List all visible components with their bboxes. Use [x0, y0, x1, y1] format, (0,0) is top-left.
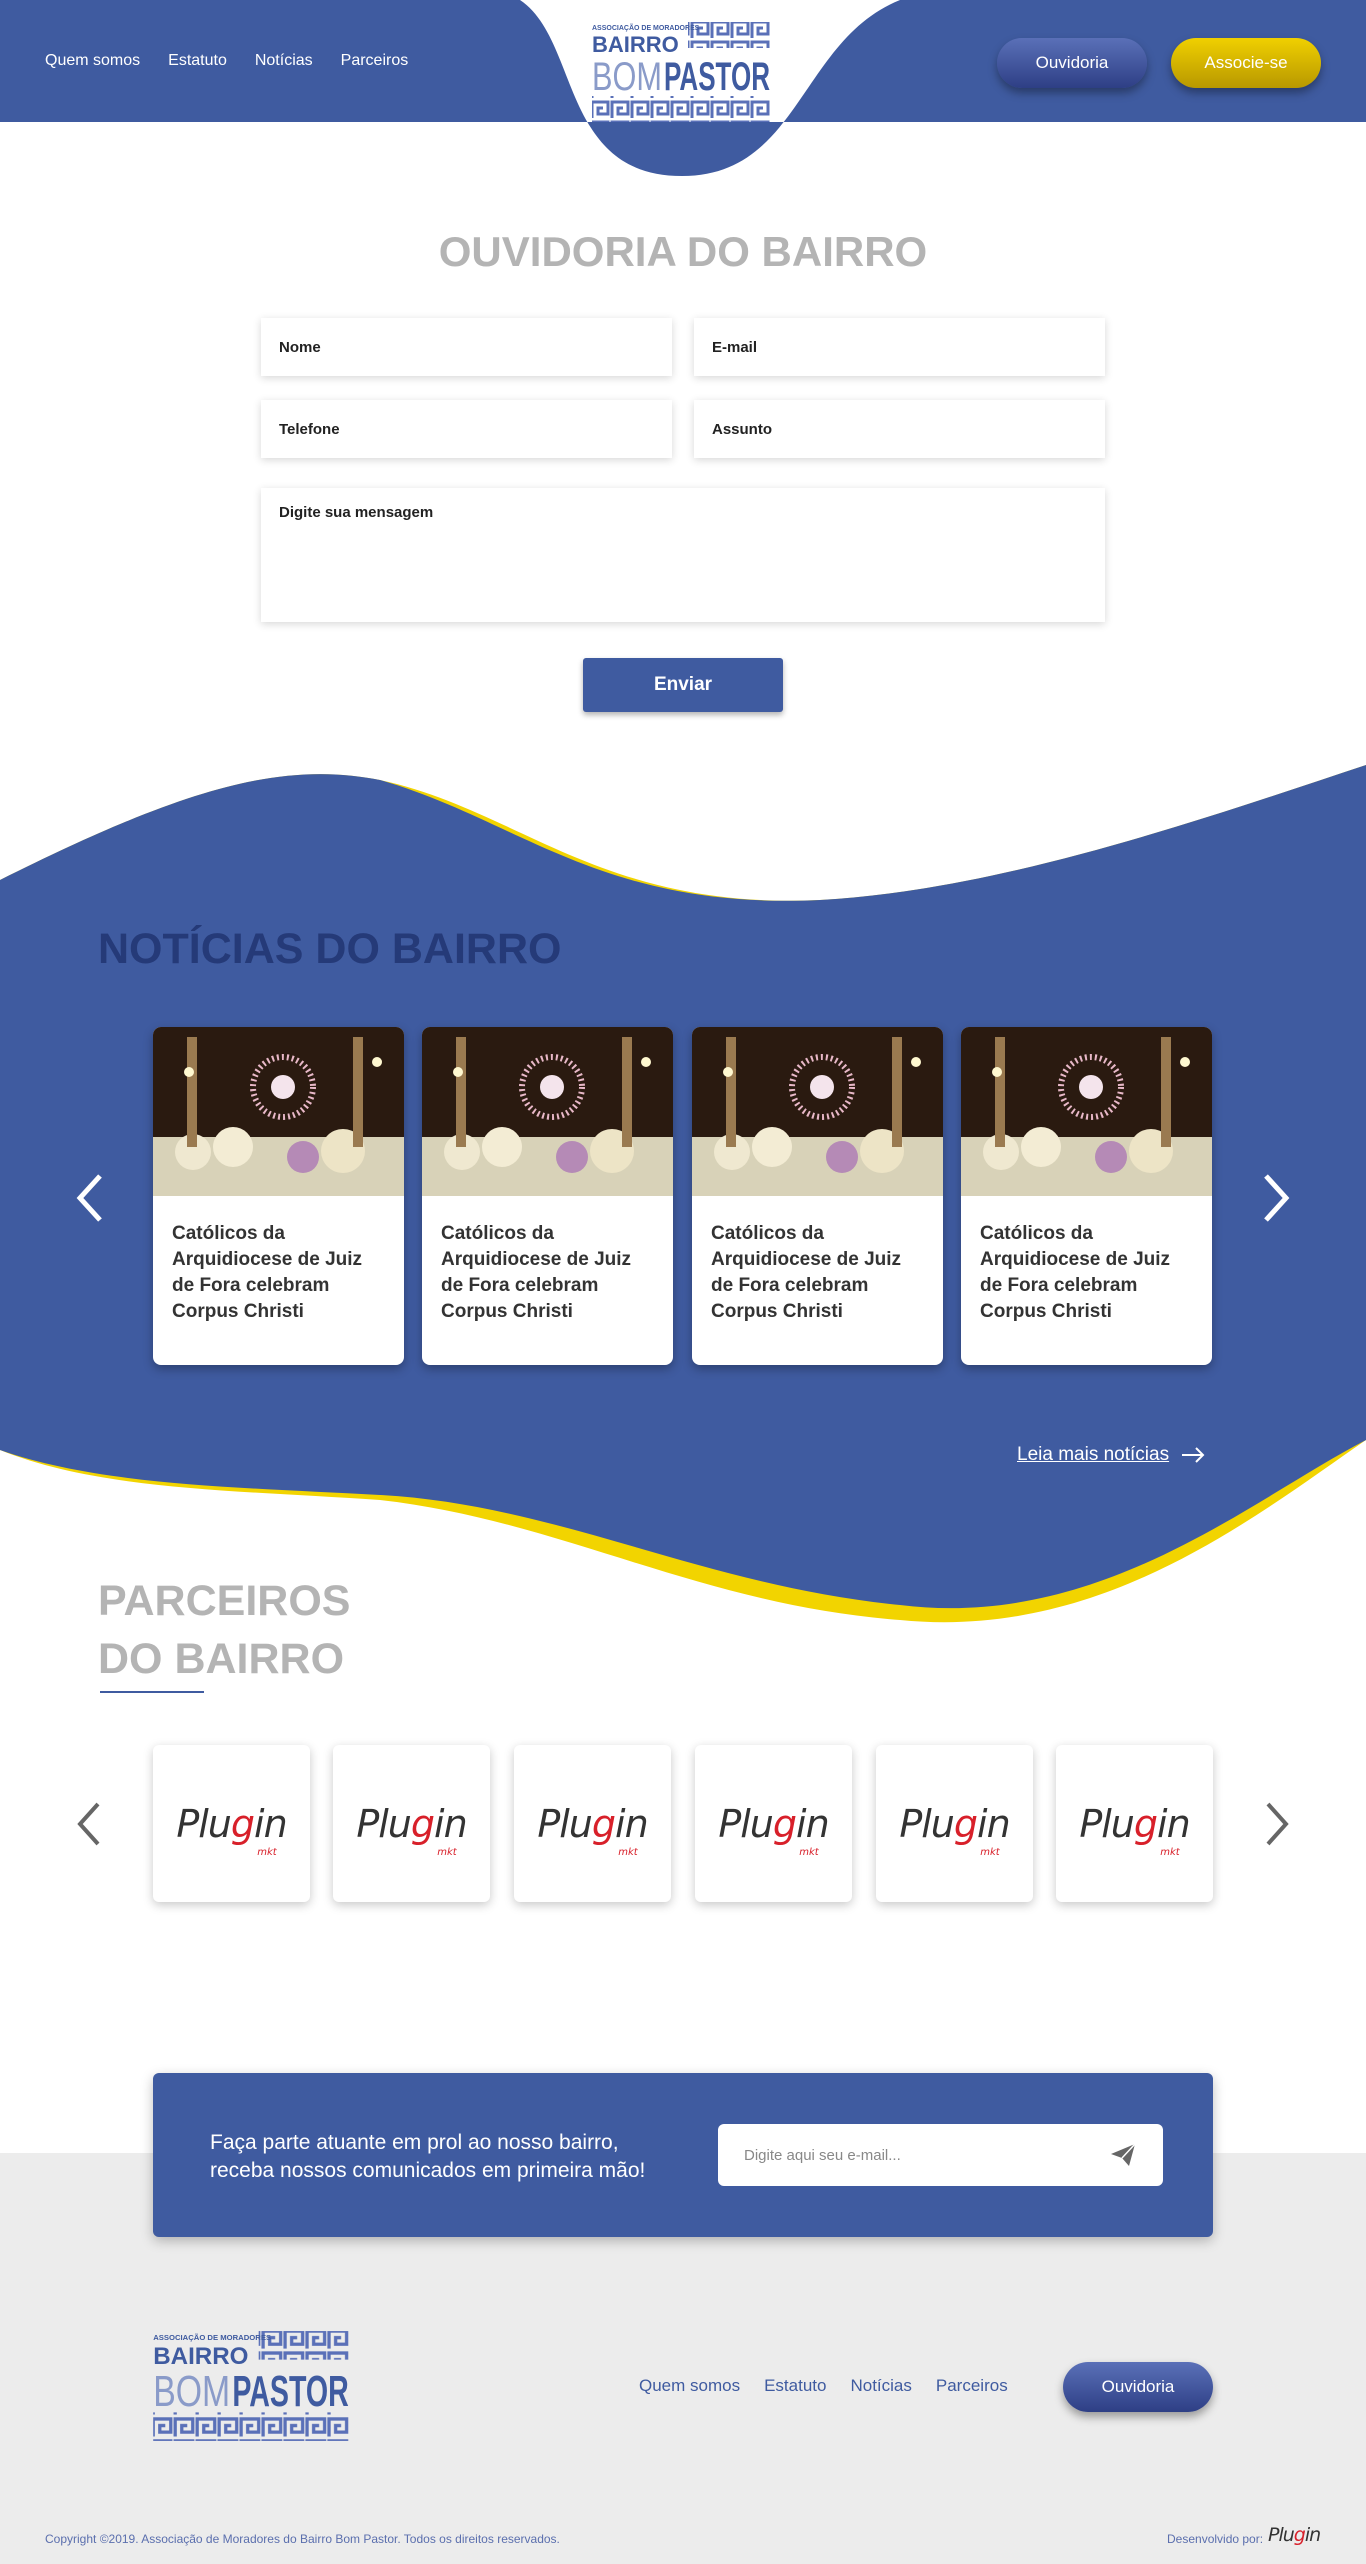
arrow-right-icon — [1182, 1447, 1205, 1463]
footer-nav-parceiros[interactable]: Parceiros — [936, 2376, 1008, 2396]
nome-field[interactable]: Nome — [261, 318, 672, 376]
svg-text:BAIRRO: BAIRRO — [592, 32, 679, 57]
mensagem-textarea[interactable]: Digite sua mensagem — [261, 488, 1105, 622]
news-title: Católicos da Arquidiocese de Juiz de For… — [441, 1223, 632, 1322]
partner-card[interactable]: Plugin mkt — [153, 1745, 310, 1902]
svg-text:PASTOR: PASTOR — [232, 2367, 348, 2416]
leia-mais-label: Leia mais notícias — [1017, 1444, 1170, 1465]
partner-card[interactable]: Plugin mkt — [333, 1745, 490, 1902]
news-title: Católicos da Arquidiocese de Juiz de For… — [980, 1223, 1171, 1322]
site-header: Quem somos Estatuto Notícias Parceiros A… — [0, 0, 1366, 180]
partners-title-line2: DO BAIRRO — [98, 1635, 345, 1683]
news-image — [422, 1027, 673, 1196]
assunto-field[interactable]: Assunto — [694, 400, 1105, 458]
plugin-logo: Plugin mkt — [176, 1801, 287, 1858]
send-icon[interactable] — [1110, 2143, 1136, 2167]
main-nav: Quem somos Estatuto Notícias Parceiros — [45, 52, 408, 70]
plugin-logo: Plugin mkt — [899, 1801, 1010, 1858]
svg-text:ASSOCIAÇÃO DE MORADORES: ASSOCIAÇÃO DE MORADORES — [153, 2333, 271, 2342]
svg-text:ASSOCIAÇÃO DE MORADORES: ASSOCIAÇÃO DE MORADORES — [592, 23, 700, 32]
leia-mais-link[interactable]: Leia mais notícias — [1017, 1444, 1205, 1466]
nav-parceiros[interactable]: Parceiros — [341, 52, 409, 70]
developer-logo[interactable]: Plugin — [1268, 2524, 1321, 2546]
partners-title-line1: PARCEIROS — [98, 1577, 351, 1625]
copyright-text: Copyright ©2019. Associação de Moradores… — [45, 2532, 560, 2546]
news-title: Católicos da Arquidiocese de Juiz de For… — [172, 1223, 363, 1322]
news-image — [692, 1027, 943, 1196]
news-image — [961, 1027, 1212, 1196]
footer-nav-quem-somos[interactable]: Quem somos — [639, 2376, 740, 2396]
partners-section-title: PARCEIROS DO BAIRRO — [98, 1572, 350, 1688]
footer-logo[interactable]: ASSOCIAÇÃO DE MORADORES BAIRRO BOM PASTO… — [151, 2328, 351, 2444]
footer-nav-estatuto[interactable]: Estatuto — [764, 2376, 826, 2396]
bairro-bom-pastor-logo[interactable]: ASSOCIAÇÃO DE MORADORES BAIRRO BOM PASTO… — [590, 20, 772, 124]
news-image — [153, 1027, 404, 1196]
news-card[interactable]: Católicos da Arquidiocese de Juiz de For… — [153, 1027, 404, 1365]
telefone-field[interactable]: Telefone — [261, 400, 672, 458]
news-title: Católicos da Arquidiocese de Juiz de For… — [711, 1223, 902, 1322]
newsletter-text: Faça parte atuante em prol ao nosso bair… — [210, 2131, 646, 2182]
partner-card[interactable]: Plugin mkt — [876, 1745, 1033, 1902]
news-section-title: NOTÍCIAS DO BAIRRO — [98, 925, 562, 973]
developer-label: Desenvolvido por: — [1167, 2532, 1264, 2546]
newsletter-box: Faça parte atuante em prol ao nosso bair… — [153, 2073, 1213, 2237]
partners-title-underline — [100, 1691, 204, 1693]
ouvidoria-title: OUVIDORIA DO BAIRRO — [438, 228, 928, 275]
enviar-button[interactable]: Enviar — [583, 658, 783, 712]
partner-card[interactable]: Plugin mkt — [695, 1745, 852, 1902]
plugin-logo: Plugin mkt — [718, 1801, 829, 1858]
news-prev-arrow-icon[interactable] — [72, 1170, 106, 1226]
svg-text:BOM: BOM — [153, 2367, 230, 2416]
newsletter-email-input[interactable] — [718, 2124, 1163, 2186]
svg-text:PASTOR: PASTOR — [664, 55, 770, 99]
news-card[interactable]: Católicos da Arquidiocese de Juiz de For… — [422, 1027, 673, 1365]
nav-estatuto[interactable]: Estatuto — [168, 52, 227, 70]
svg-text:BOM: BOM — [592, 55, 662, 99]
partner-card[interactable]: Plugin mkt — [1056, 1745, 1213, 1902]
partners-next-arrow-icon[interactable] — [1262, 1800, 1292, 1848]
plugin-logo: Plugin mkt — [1079, 1801, 1190, 1858]
associe-se-button[interactable]: Associe-se — [1171, 38, 1321, 88]
news-card[interactable]: Católicos da Arquidiocese de Juiz de For… — [692, 1027, 943, 1365]
partner-card[interactable]: Plugin mkt — [514, 1745, 671, 1902]
plugin-logo: Plugin mkt — [356, 1801, 467, 1858]
news-card[interactable]: Católicos da Arquidiocese de Juiz de For… — [961, 1027, 1212, 1365]
nav-quem-somos[interactable]: Quem somos — [45, 52, 140, 70]
email-field[interactable]: E-mail — [694, 318, 1105, 376]
nav-noticias[interactable]: Notícias — [255, 52, 313, 70]
ouvidoria-button[interactable]: Ouvidoria — [997, 38, 1147, 88]
footer-nav-noticias[interactable]: Notícias — [850, 2376, 911, 2396]
plugin-logo: Plugin mkt — [537, 1801, 648, 1858]
footer-ouvidoria-button[interactable]: Ouvidoria — [1063, 2362, 1213, 2412]
news-next-arrow-icon[interactable] — [1260, 1170, 1294, 1226]
partners-prev-arrow-icon[interactable] — [74, 1800, 104, 1848]
footer-nav: Quem somos Estatuto Notícias Parceiros — [639, 2376, 1008, 2396]
